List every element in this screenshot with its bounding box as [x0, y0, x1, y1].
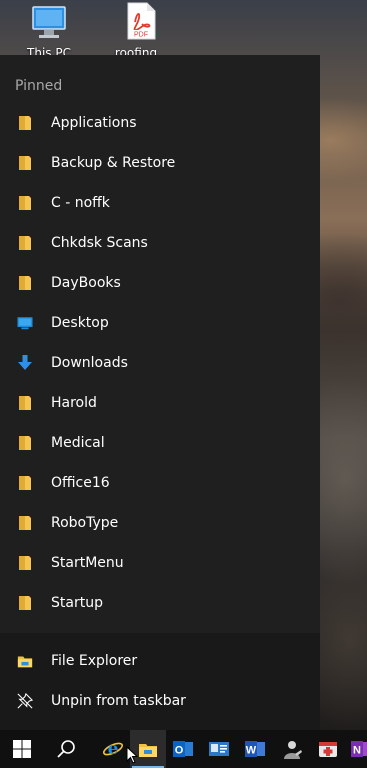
- medical-app-icon: [319, 742, 337, 757]
- search-icon: [57, 740, 75, 758]
- pdf-file-icon: PDF: [127, 2, 156, 40]
- pinned-item-chkdsk-scans[interactable]: Chkdsk Scans: [0, 223, 320, 263]
- this-pc-icon: [32, 6, 66, 38]
- taskbar: e O W N: [0, 730, 367, 768]
- jump-list-actions: File Explorer Unpin from taskbar: [0, 633, 320, 730]
- pinned-item-label: Startup: [51, 595, 103, 611]
- open-file-explorer-action[interactable]: File Explorer: [0, 641, 320, 681]
- pdf-badge: PDF: [134, 32, 148, 39]
- pinned-item-label: Medical: [51, 435, 105, 451]
- windows-start-icon: [13, 740, 31, 758]
- pinned-item-c-noffk[interactable]: C - noffk: [0, 183, 320, 223]
- pinned-item-robotype[interactable]: RoboType: [0, 503, 320, 543]
- folder-icon: [17, 515, 33, 531]
- search-button[interactable]: [44, 730, 88, 768]
- word-button[interactable]: W: [238, 730, 272, 768]
- pinned-item-office16[interactable]: Office16: [0, 463, 320, 503]
- pinned-item-label: StartMenu: [51, 555, 124, 571]
- mouse-cursor-icon: [126, 746, 138, 764]
- folder-icon: [17, 395, 33, 411]
- folder-icon: [17, 275, 33, 291]
- pinned-item-daybooks[interactable]: DayBooks: [0, 263, 320, 303]
- pinned-item-label: RoboType: [51, 515, 119, 531]
- pinned-item-downloads[interactable]: Downloads: [0, 343, 320, 383]
- word-letter: W: [246, 745, 257, 757]
- pinned-item-startmenu[interactable]: StartMenu: [0, 543, 320, 583]
- pinned-item-medical[interactable]: Medical: [0, 423, 320, 463]
- folder-icon: [17, 595, 33, 611]
- action-label: Unpin from taskbar: [51, 693, 186, 709]
- pinned-item-label: Desktop: [51, 315, 109, 331]
- file-explorer-icon: [17, 653, 33, 669]
- pinned-item-label: Downloads: [51, 355, 128, 371]
- unpin-icon: [17, 692, 33, 709]
- contacts-app-button[interactable]: [202, 730, 236, 768]
- pinned-item-harold[interactable]: Harold: [0, 383, 320, 423]
- pinned-item-label: DayBooks: [51, 275, 121, 291]
- onenote-icon: N: [351, 741, 367, 757]
- medical-app-button[interactable]: [312, 730, 344, 768]
- onenote-button[interactable]: N: [346, 730, 367, 768]
- folder-icon: [17, 155, 33, 171]
- word-icon: W: [245, 741, 265, 757]
- unpin-from-taskbar-action[interactable]: Unpin from taskbar: [0, 681, 320, 721]
- folder-icon: [17, 475, 33, 491]
- file-explorer-icon: [139, 743, 157, 757]
- action-label: File Explorer: [51, 653, 138, 669]
- folder-icon: [17, 435, 33, 451]
- contacts-card-icon: [209, 742, 229, 756]
- pinned-item-label: Applications: [51, 115, 137, 131]
- pinned-item-label: C - noffk: [51, 195, 110, 211]
- pinned-item-label: Office16: [51, 475, 110, 491]
- downloads-icon: [17, 355, 33, 371]
- pinned-item-label: Backup & Restore: [51, 155, 176, 171]
- folder-icon: [17, 235, 33, 251]
- onenote-letter: N: [353, 745, 361, 757]
- folder-icon: [17, 195, 33, 211]
- outlook-button[interactable]: O: [166, 730, 200, 768]
- user-app-button[interactable]: [274, 730, 310, 768]
- pinned-item-startup[interactable]: Startup: [0, 583, 320, 623]
- outlook-icon: O: [173, 741, 193, 757]
- pinned-item-desktop[interactable]: Desktop: [0, 303, 320, 343]
- start-button[interactable]: [0, 730, 44, 768]
- outlook-letter: O: [175, 745, 184, 757]
- taskbar-jump-list: Pinned Applications Backup & Restore C - n…: [0, 55, 320, 730]
- desktop-icon: [17, 315, 33, 331]
- pinned-item-backup-restore[interactable]: Backup & Restore: [0, 143, 320, 183]
- user-app-icon: [284, 741, 302, 759]
- pinned-item-label: Chkdsk Scans: [51, 235, 148, 251]
- pinned-item-applications[interactable]: Applications: [0, 103, 320, 143]
- folder-icon: [17, 555, 33, 571]
- folder-icon: [17, 115, 33, 131]
- internet-explorer-icon: e: [102, 739, 124, 759]
- pinned-item-label: Harold: [51, 395, 97, 411]
- pinned-section-title: Pinned: [15, 78, 63, 94]
- svg-text:e: e: [108, 739, 119, 759]
